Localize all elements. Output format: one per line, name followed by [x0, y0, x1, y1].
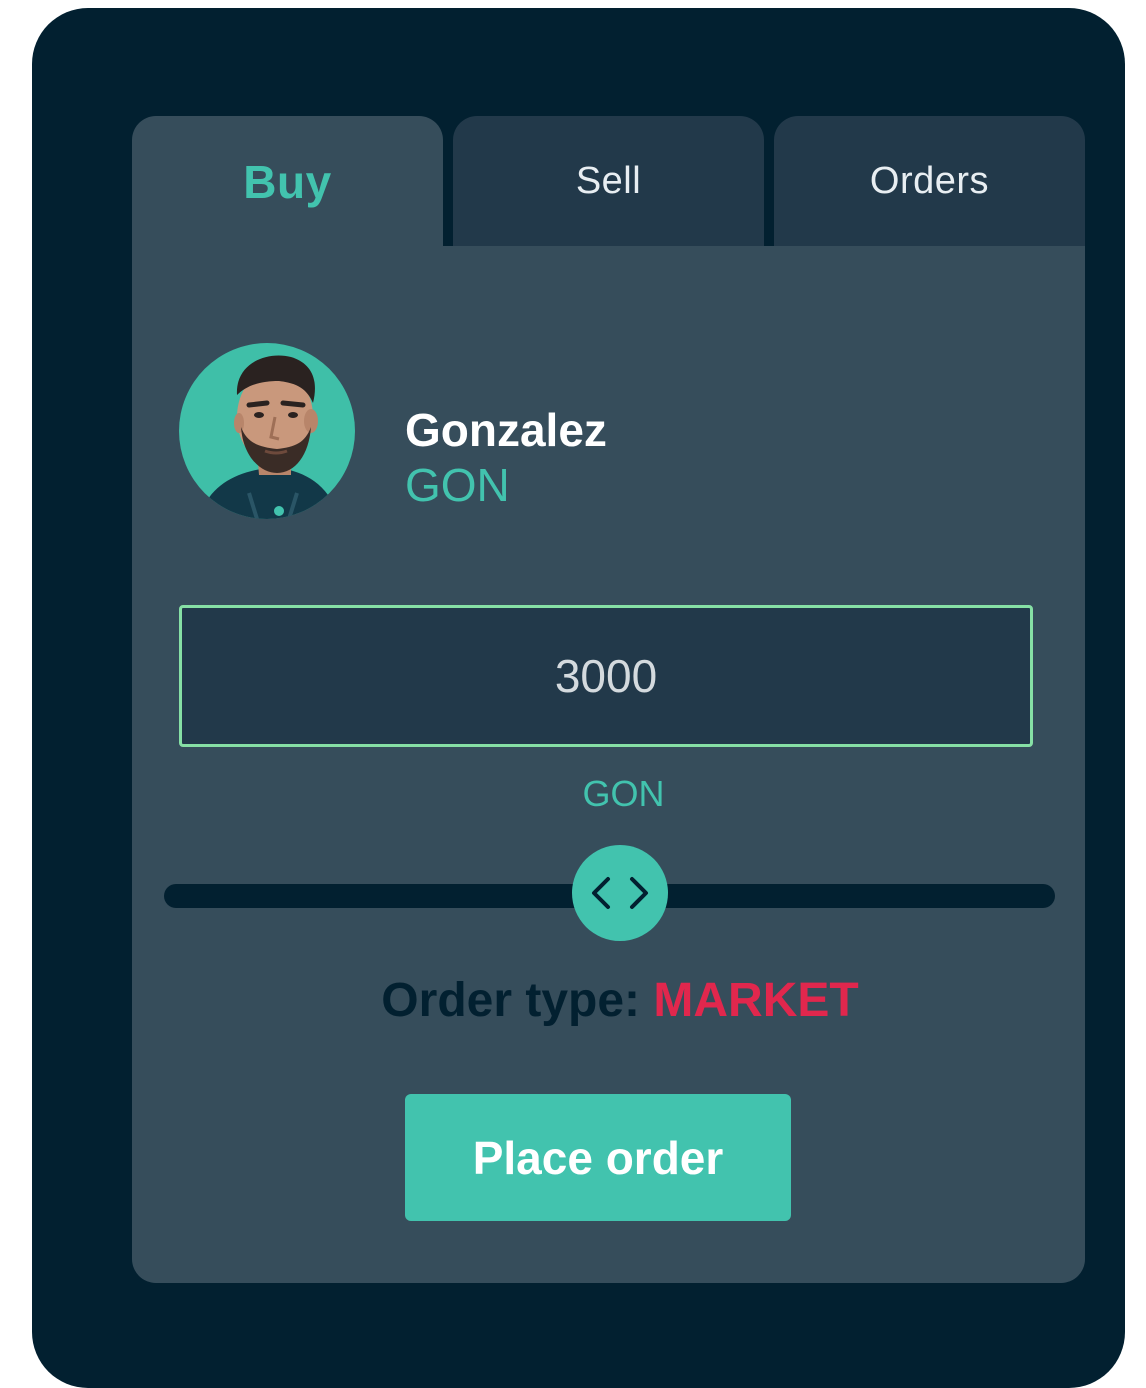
- order-type: Order type: MARKET: [132, 973, 1108, 1029]
- tab-orders-label: Orders: [869, 159, 990, 202]
- order-type-value[interactable]: MARKET: [653, 974, 858, 1027]
- trade-widget: Buy Sell Orders Gonzalez GON 3000 GON Or…: [32, 8, 1125, 1388]
- tab-orders[interactable]: Orders: [774, 116, 1085, 246]
- player-name: Gonzalez: [405, 404, 607, 456]
- player-avatar: [179, 343, 355, 519]
- tab-buy-label: Buy: [243, 155, 332, 208]
- player-ticker: GON: [405, 459, 510, 511]
- tab-sell-label: Sell: [575, 159, 642, 202]
- place-order-button[interactable]: Place order: [405, 1094, 791, 1221]
- amount-unit-label: GON: [582, 773, 665, 814]
- tab-buy[interactable]: Buy: [132, 116, 443, 247]
- order-type-label: Order type:: [381, 974, 641, 1027]
- amount-input[interactable]: [179, 605, 1033, 747]
- trade-panel: Buy Sell Orders Gonzalez GON 3000 GON Or…: [132, 116, 1085, 1283]
- player-photo: [199, 355, 339, 519]
- chevron-left-right-icon: [592, 877, 648, 909]
- amount-slider-handle[interactable]: [572, 845, 668, 941]
- tab-sell[interactable]: Sell: [453, 116, 764, 246]
